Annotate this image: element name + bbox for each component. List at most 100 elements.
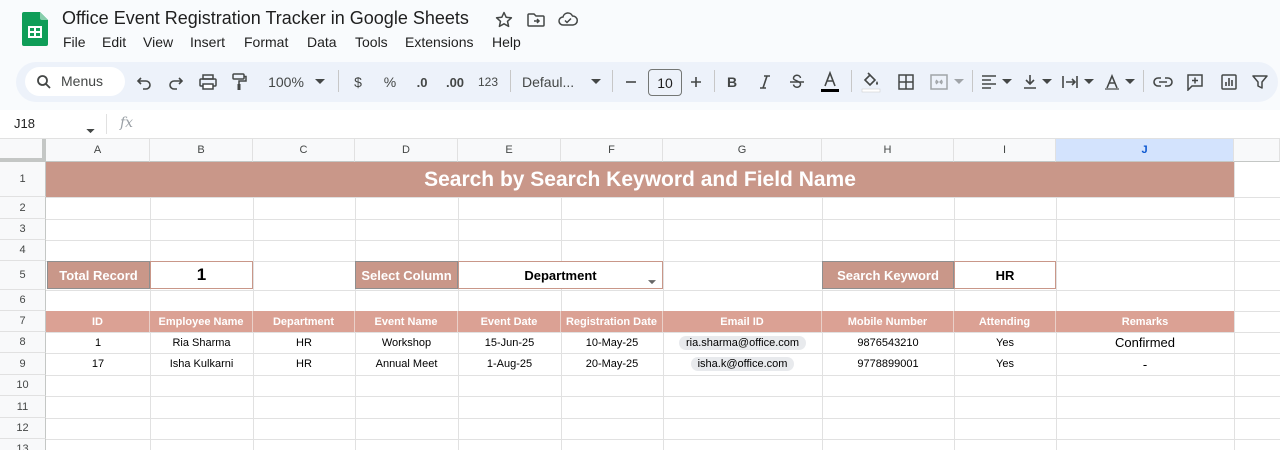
select-all-corner[interactable] xyxy=(0,139,46,162)
column-header-i[interactable]: I xyxy=(954,139,1056,162)
column-header-f[interactable]: F xyxy=(561,139,663,162)
menu-edit[interactable]: Edit xyxy=(102,34,126,50)
row-header-11[interactable]: 11 xyxy=(0,396,46,418)
menu-tools[interactable]: Tools xyxy=(355,34,388,50)
zoom-select[interactable]: 100% xyxy=(262,69,310,95)
column-header-b[interactable]: B xyxy=(150,139,253,162)
italic-icon[interactable] xyxy=(755,69,775,95)
name-box-dropdown-icon[interactable] xyxy=(86,121,95,139)
text-wrapping-icon[interactable] xyxy=(1060,69,1080,95)
column-header-c[interactable]: C xyxy=(253,139,355,162)
column-header-e[interactable]: E xyxy=(458,139,561,162)
bold-icon[interactable]: B xyxy=(722,69,742,95)
star-icon[interactable] xyxy=(494,10,514,30)
table-cell-email-id[interactable]: isha.k@office.com xyxy=(663,353,822,375)
search-keyword-input[interactable]: HR xyxy=(954,261,1056,289)
table-cell-id[interactable]: 17 xyxy=(46,353,150,375)
font-size-input[interactable]: 10 xyxy=(648,69,682,96)
cloud-saved-icon[interactable] xyxy=(557,10,578,30)
table-cell-email-id[interactable]: ria.sharma@office.com xyxy=(663,332,822,353)
borders-icon[interactable] xyxy=(895,69,917,95)
decrease-decimal-button[interactable]: .0 xyxy=(410,69,434,95)
horizontal-align-icon[interactable] xyxy=(978,69,1000,95)
text-color-icon[interactable] xyxy=(819,69,841,95)
font-family-dropdown-icon[interactable] xyxy=(588,69,604,95)
column-header-d[interactable]: D xyxy=(355,139,458,162)
table-cell-mobile-number[interactable]: 9876543210 xyxy=(822,332,954,353)
menu-view[interactable]: View xyxy=(143,34,173,50)
table-cell-remarks[interactable]: - xyxy=(1056,353,1234,375)
column-header-k[interactable] xyxy=(1234,139,1280,162)
row-header-3[interactable]: 3 xyxy=(0,219,46,240)
insert-link-icon[interactable] xyxy=(1152,69,1174,95)
table-cell-remarks[interactable]: Confirmed xyxy=(1056,332,1234,353)
fill-color-icon[interactable] xyxy=(860,69,882,95)
vertical-align-icon[interactable] xyxy=(1020,69,1040,95)
row-header-4[interactable]: 4 xyxy=(0,240,46,261)
total-record-value[interactable]: 1 xyxy=(150,261,253,289)
filter-icon[interactable] xyxy=(1249,69,1271,95)
table-cell-employee-name[interactable]: Ria Sharma xyxy=(150,332,253,353)
vertical-align-dropdown-icon[interactable] xyxy=(1040,69,1054,95)
menu-extensions[interactable]: Extensions xyxy=(405,34,473,50)
menu-file[interactable]: File xyxy=(63,34,86,50)
menu-insert[interactable]: Insert xyxy=(190,34,225,50)
column-header-a[interactable]: A xyxy=(46,139,150,162)
table-cell-department[interactable]: HR xyxy=(253,353,355,375)
column-header-g[interactable]: G xyxy=(663,139,822,162)
table-cell-id[interactable]: 1 xyxy=(46,332,150,353)
row-header-2[interactable]: 2 xyxy=(0,197,46,219)
increase-decimal-button[interactable]: .00 xyxy=(442,69,468,95)
row-header-1[interactable]: 1 xyxy=(0,162,46,197)
insert-comment-icon[interactable] xyxy=(1184,69,1206,95)
row-header-10[interactable]: 10 xyxy=(0,375,46,396)
text-rotation-dropdown-icon[interactable] xyxy=(1123,69,1137,95)
row-header-5[interactable]: 5 xyxy=(0,261,46,290)
email-chip[interactable]: ria.sharma@office.com xyxy=(678,335,807,350)
column-header-h[interactable]: H xyxy=(822,139,954,162)
table-cell-event-name[interactable]: Annual Meet xyxy=(355,353,458,375)
undo-icon[interactable] xyxy=(134,69,154,95)
table-cell-attending[interactable]: Yes xyxy=(954,332,1056,353)
increase-font-size-icon[interactable] xyxy=(686,69,706,95)
percent-format-button[interactable]: % xyxy=(380,69,400,95)
column-header-j[interactable]: J xyxy=(1056,139,1234,162)
row-header-7[interactable]: 7 xyxy=(0,311,46,332)
sheet-banner-title[interactable]: Search by Search Keyword and Field Name xyxy=(46,162,1234,197)
row-header-13[interactable]: 13 xyxy=(0,439,46,450)
name-box[interactable]: J18 xyxy=(14,116,35,131)
decrease-font-size-icon[interactable] xyxy=(621,69,641,95)
font-family-select[interactable]: Defaul... xyxy=(522,69,586,95)
currency-format-button[interactable]: $ xyxy=(348,69,368,95)
print-icon[interactable] xyxy=(198,69,218,95)
move-to-folder-icon[interactable] xyxy=(526,10,546,30)
strikethrough-icon[interactable] xyxy=(787,69,807,95)
table-cell-registration-date[interactable]: 10-May-25 xyxy=(561,332,663,353)
text-rotation-icon[interactable] xyxy=(1102,69,1122,95)
more-formats-button[interactable]: 123 xyxy=(476,69,500,95)
table-cell-event-date[interactable]: 15-Jun-25 xyxy=(458,332,561,353)
row-header-8[interactable]: 8 xyxy=(0,332,46,353)
dropdown-arrow-icon[interactable] xyxy=(648,272,656,290)
paint-format-icon[interactable] xyxy=(229,69,249,95)
table-cell-employee-name[interactable]: Isha Kulkarni xyxy=(150,353,253,375)
redo-icon[interactable] xyxy=(166,69,186,95)
menu-data[interactable]: Data xyxy=(307,34,337,50)
table-cell-department[interactable]: HR xyxy=(253,332,355,353)
table-cell-attending[interactable]: Yes xyxy=(954,353,1056,375)
merge-dropdown-icon[interactable] xyxy=(952,69,966,95)
text-wrapping-dropdown-icon[interactable] xyxy=(1082,69,1096,95)
formula-bar[interactable] xyxy=(0,110,1280,139)
row-header-12[interactable]: 12 xyxy=(0,418,46,439)
table-cell-event-date[interactable]: 1-Aug-25 xyxy=(458,353,561,375)
row-header-9[interactable]: 9 xyxy=(0,353,46,375)
select-column-dropdown[interactable]: Department xyxy=(458,261,663,289)
row-header-6[interactable]: 6 xyxy=(0,290,46,311)
google-sheets-logo-icon[interactable] xyxy=(22,12,48,46)
table-cell-registration-date[interactable]: 20-May-25 xyxy=(561,353,663,375)
table-cell-mobile-number[interactable]: 9778899001 xyxy=(822,353,954,375)
merge-cells-icon[interactable] xyxy=(928,69,950,95)
document-title[interactable]: Office Event Registration Tracker in Goo… xyxy=(62,8,469,29)
spreadsheet-grid[interactable]: A B C D E F G H I J 1 2 3 4 5 6 7 8 9 10… xyxy=(0,139,1280,450)
menu-format[interactable]: Format xyxy=(244,34,288,50)
